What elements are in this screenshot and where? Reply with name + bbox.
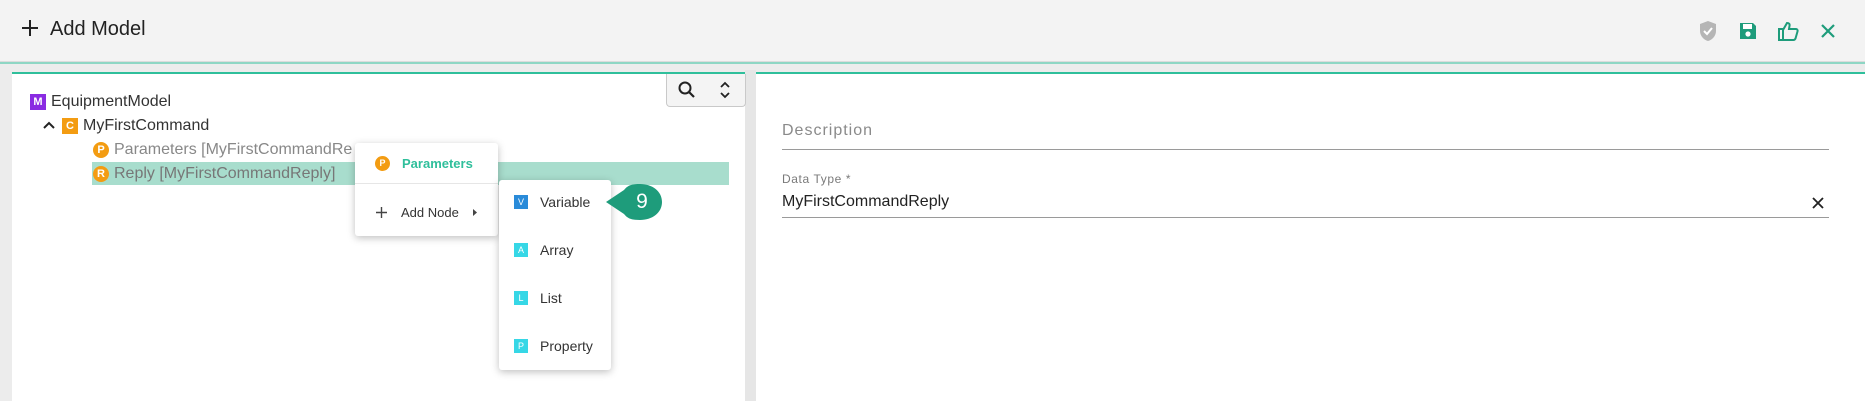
shield-check-icon [1700, 21, 1716, 41]
header-accent-line [0, 62, 1865, 64]
close-icon [1821, 24, 1835, 38]
header-bar: Add Model [0, 0, 1865, 62]
data-type-underline [782, 217, 1829, 218]
tree-node-label: Reply [MyFirstCommandReply] [114, 165, 336, 182]
submenu-item-list[interactable]: L List [499, 278, 611, 318]
list-badge: L [514, 291, 528, 305]
page-title: Add Model [50, 18, 146, 40]
plus-icon [376, 206, 387, 218]
submenu-item-label: List [540, 290, 562, 306]
tree-node-reply[interactable]: R Reply [MyFirstCommandReply] [93, 163, 335, 185]
tree-node-label: Parameters [MyFirstCommandRe [114, 141, 353, 158]
thumbs-up-icon [1778, 21, 1799, 41]
clear-icon[interactable] [1810, 195, 1826, 211]
description-input[interactable] [782, 149, 1829, 150]
details-panel [756, 72, 1865, 401]
menu-divider [355, 183, 498, 184]
menu-item-add-node[interactable]: Add Node [355, 192, 498, 232]
callout-number: 9 [636, 190, 648, 213]
parameters-badge: P [93, 142, 109, 158]
parameters-badge: P [375, 155, 390, 171]
save-icon [1740, 23, 1756, 39]
submenu-item-array[interactable]: A Array [499, 230, 611, 270]
save-button[interactable] [1734, 17, 1762, 45]
array-badge: A [514, 243, 528, 257]
panel-splitter[interactable] [745, 70, 756, 401]
property-badge: P [514, 339, 528, 353]
caret-right-icon [472, 208, 477, 216]
chevron-up-icon[interactable] [43, 120, 55, 130]
data-type-value[interactable]: MyFirstCommandReply [782, 193, 949, 211]
close-button[interactable] [1814, 17, 1842, 45]
menu-item-label: Add Node [401, 204, 459, 220]
command-badge: C [62, 118, 78, 134]
reply-badge: R [93, 166, 109, 182]
menu-item-parameters[interactable]: P Parameters [355, 143, 498, 183]
submenu-item-label: Array [540, 242, 574, 258]
tree-node-label: EquipmentModel [51, 93, 172, 110]
expand-collapse-icon[interactable] [717, 80, 733, 100]
tree-tools [666, 74, 746, 107]
submenu-item-property[interactable]: P Property [499, 326, 611, 366]
description-label: Description [782, 122, 874, 139]
submenu-item-variable[interactable]: V Variable [499, 182, 611, 222]
submenu-item-label: Variable [540, 194, 591, 210]
approve-button[interactable] [1774, 17, 1802, 45]
tree-node-parameters[interactable]: P Parameters [MyFirstCommandRe [93, 139, 352, 161]
tree-node-equipment-model[interactable]: M EquipmentModel [30, 91, 171, 113]
menu-item-label: Parameters [402, 155, 473, 171]
context-menu: P Parameters Add Node [355, 143, 498, 236]
add-node-submenu: V Variable A Array L List P Property [499, 180, 611, 370]
tree-node-label: MyFirstCommand [83, 117, 210, 134]
plus-icon [20, 18, 40, 38]
tree-node-my-first-command[interactable]: C MyFirstCommand [62, 115, 209, 137]
step-callout: 9 [604, 182, 664, 222]
validate-button[interactable] [1694, 17, 1722, 45]
data-type-label: Data Type * [782, 172, 852, 186]
search-icon[interactable] [677, 80, 697, 100]
submenu-item-label: Property [540, 338, 593, 354]
model-badge: M [30, 94, 46, 110]
variable-badge: V [514, 195, 528, 209]
